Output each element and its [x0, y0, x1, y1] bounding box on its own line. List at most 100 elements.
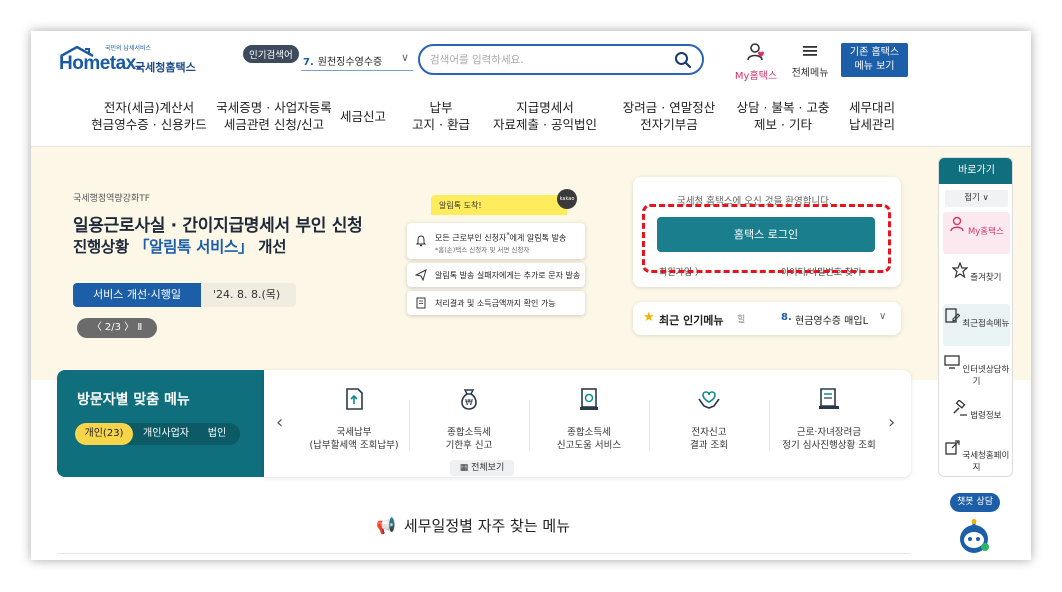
alimtalk-card-head: 알림톡 도착!	[431, 195, 567, 215]
schedule-title-text: 세무일정별 자주 찾는 메뉴	[403, 517, 571, 535]
nav-incentive[interactable]: 장려금 · 연말정산 전자기부금	[607, 99, 731, 133]
star-icon: ★	[643, 310, 655, 325]
service-item-filing-help[interactable]: 종합소득세 신고도움 서비스	[529, 386, 649, 452]
quick-online-consult[interactable]: 인터넷상담하기	[943, 350, 1010, 392]
quick-legal-info[interactable]: 법령정보	[943, 396, 1010, 438]
quick-nts-homepage[interactable]: 국세청홈페이지	[943, 436, 1010, 476]
service-item-late-return[interactable]: ₩ 종합소득세 기한후 신고	[409, 386, 529, 452]
banner-pager[interactable]: 〈 2/3 〉 Ⅱ	[77, 318, 157, 338]
chatbot-label: 챗봇 상담	[950, 493, 1000, 512]
tab-corporation[interactable]: 법인	[197, 423, 237, 445]
nav-e-invoice[interactable]: 전자(세금)계산서 현금영수증 · 신용카드	[79, 99, 219, 133]
chevron-left-icon[interactable]: ‹	[276, 412, 283, 433]
gavel-icon	[952, 399, 967, 416]
schedule-section-title: 📢 세무일정별 자주 찾는 메뉴	[376, 515, 570, 536]
alimtalk-card-2: 알림톡 발송 실패자에게는 추가로 문자 발송	[407, 263, 585, 287]
visitor-tabs: 개인(23) 개인사업자 법인	[75, 423, 240, 445]
quick-links-bar: 바로가기 접기 ∨ My홈택스 즐겨찾기 최근접속메뉴 인터넷상담하기 법령정보…	[938, 157, 1013, 477]
nav-line1: 전자(세금)계산서	[103, 100, 195, 115]
quick-favorites[interactable]: 즐겨찾기	[943, 258, 1010, 300]
quick-item-label: 인터넷상담하기	[962, 365, 1010, 387]
quick-my-hometax[interactable]: My홈택스	[943, 212, 1010, 254]
service-item-incentive-review[interactable]: 근로·자녀장려금 정기 심사진행상황 조회	[769, 386, 889, 452]
hero-title[interactable]: 일용근로사실 · 간이지급명세서 부인 신청	[73, 211, 363, 236]
nav-line2: 전자기부금	[640, 117, 698, 132]
card1-main-pre: 모든 근로부인 신청자	[435, 233, 507, 243]
external-link-icon	[945, 440, 960, 455]
search-input[interactable]	[430, 51, 670, 69]
quick-links-title: 바로가기	[939, 158, 1012, 184]
nav-tax-return[interactable]: 세금신고	[331, 108, 395, 125]
document-upload-icon	[346, 388, 363, 410]
heart-hands-icon	[698, 391, 720, 409]
chatbot-button[interactable]: 챗봇 상담	[948, 493, 1000, 558]
alimtalk-card-1-sub: *홈(손)택스 신청자 및 서면 신청자	[435, 246, 530, 254]
quick-item-label: My홈택스	[967, 227, 1004, 237]
recent-popular-label: 최근 인기메뉴	[659, 314, 724, 327]
fold-button[interactable]: 접기 ∨	[945, 190, 1008, 207]
hero-subtitle-pre: 진행상황	[73, 238, 134, 256]
all-menu-label: 전체메뉴	[791, 68, 829, 79]
logo-english: Hometax.	[59, 53, 141, 74]
megaphone-icon: 📢	[376, 516, 396, 535]
nav-line2: 세금관련 신청/신고	[223, 117, 325, 132]
logo-tagline: 국민의 납세서비스	[105, 45, 152, 52]
tab-individual[interactable]: 개인(23)	[75, 423, 133, 445]
hero-subtitle[interactable]: 진행상황 「알림톡 서비스」 개선	[73, 235, 287, 257]
service-item-e-filing-result[interactable]: 전자신고 결과 조회	[649, 386, 769, 452]
quick-item-label: 즐겨찾기	[970, 273, 1002, 283]
nav-payment[interactable]: 납부 고지 · 환급	[403, 99, 479, 133]
svg-text:₩: ₩	[465, 398, 473, 407]
chevron-down-icon[interactable]: ∨	[401, 51, 409, 64]
user-heart-icon	[747, 43, 764, 61]
star-outline-icon	[950, 261, 969, 279]
nav-tax-agent[interactable]: 세무대리 납세관리	[837, 99, 907, 133]
nav-line2: 자료제출 · 공익법인	[493, 117, 597, 132]
card1-main-post: 에게 알림톡 발송	[509, 233, 567, 243]
nav-line1: 납부	[429, 100, 453, 115]
service-line2: 기한후 신고	[445, 440, 493, 451]
main-navigation: 전자(세금)계산서 현금영수증 · 신용카드 국세증명 · 사업자등록 세금관련 신…	[31, 91, 1031, 147]
robot-icon	[960, 519, 989, 553]
recent-popular-menu[interactable]: ★ 최근 인기메뉴 힐 8. 현금영수증 매입L ∨	[633, 302, 901, 335]
view-all-label: 전체보기	[471, 463, 505, 473]
user-icon	[950, 216, 964, 232]
old-menu-line1: 기존 홈택스	[849, 47, 900, 58]
kakao-icon: kakao	[557, 189, 577, 209]
popular-underline	[301, 70, 413, 71]
popular-search-badge: 인기검색어	[243, 45, 299, 63]
nav-payment-statement[interactable]: 지급명세서 자료제출 · 공익법인	[483, 99, 607, 133]
quick-item-label: 국세청홈페이지	[962, 451, 1010, 473]
chevron-right-icon[interactable]: ›	[888, 412, 895, 433]
service-date-pill: 서비스 개선·시행일 '24. 8. 8.(목)	[73, 283, 296, 307]
alimtalk-card-1: 모든 근로부인 신청자*에게 알림톡 발송 *홈(손)택스 신청자 및 서면 신…	[407, 223, 585, 259]
quick-recent-menu[interactable]: 최근접속메뉴	[943, 304, 1010, 346]
my-hometax-button[interactable]: My홈택스	[732, 43, 780, 82]
nav-consultation[interactable]: 상담 · 불복 · 고충 제보 · 기타	[727, 99, 839, 133]
service-line2: 결과 조회	[690, 440, 728, 451]
chevron-down-icon[interactable]: ∨	[879, 311, 886, 322]
nav-certificates[interactable]: 국세증명 · 사업자등록 세금관련 신청/신고	[199, 99, 349, 133]
alimtalk-card-1-main: 모든 근로부인 신청자*에게 알림톡 발송	[435, 231, 566, 244]
login-highlight-box	[642, 204, 891, 273]
popular-search-rank: 7.	[303, 57, 314, 68]
view-all-button[interactable]: ▦ 전체보기	[450, 460, 514, 476]
service-line1: 국세납부	[336, 427, 372, 438]
alimtalk-card-3: 처리결과 및 소득금액까지 확인 가능	[407, 291, 585, 315]
alimtalk-card-3-text: 처리결과 및 소득금액까지 확인 가능	[435, 299, 556, 308]
tab-sole-proprietor[interactable]: 개인사업자	[137, 423, 195, 445]
recent-popular-rank: 8.	[781, 312, 792, 323]
all-menu-button[interactable]: 전체메뉴	[788, 43, 832, 79]
old-menu-view-button[interactable]: 기존 홈택스 메뉴 보기	[841, 43, 908, 77]
service-item-tax-payment[interactable]: 국세납부 (납부할세액 조회납부)	[294, 386, 414, 452]
nav-line2: 제보 · 기타	[754, 117, 812, 132]
section-divider	[57, 553, 911, 554]
popular-search-item[interactable]: 7. 원천징수영수증	[303, 53, 382, 68]
search-icon[interactable]	[674, 51, 692, 69]
hero-tag: 국세행정역량강화TF	[73, 194, 150, 204]
hero-banner: 국세행정역량강화TF 일용근로사실 · 간이지급명세서 부인 신청 진행상황 「…	[31, 147, 1031, 380]
hometax-logo[interactable]: 국민의 납세서비스 Hometax. 국세청홈택스	[57, 43, 207, 79]
my-hometax-label: My홈택스	[734, 71, 778, 82]
tax-form-icon	[580, 388, 598, 410]
service-carousel: ‹ › 국세납부 (납부할세액 조회납부) ₩ 종합소득세 기한후 신고 종합소…	[264, 370, 911, 477]
